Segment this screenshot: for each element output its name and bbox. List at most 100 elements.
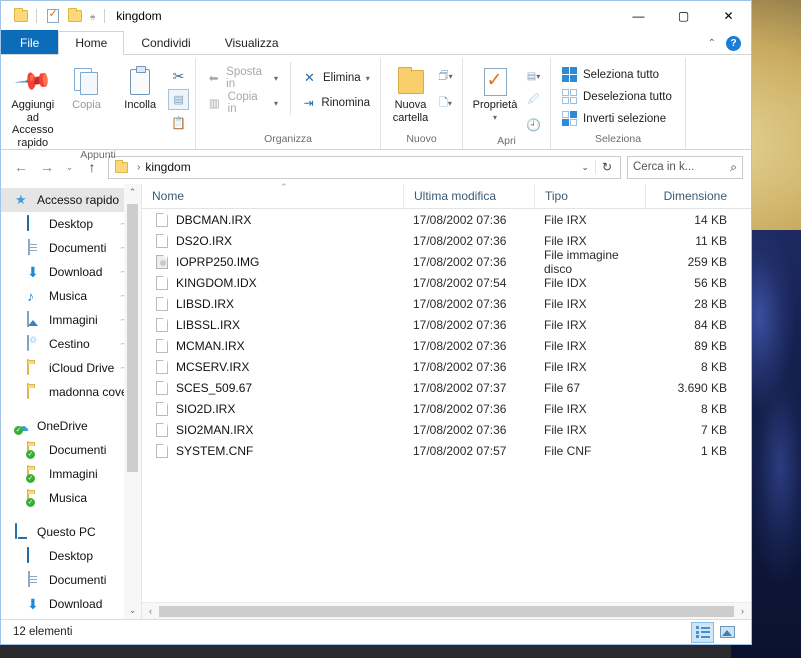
search-icon[interactable]: ⌕ (730, 160, 737, 175)
cut-icon[interactable]: ✂ (168, 66, 189, 87)
copy-to-caret-icon[interactable]: ▾ (274, 99, 278, 108)
select-all-button[interactable]: Seleziona tutto (557, 64, 676, 85)
copy-to-button[interactable]: ▥ Copia in ▾ (202, 91, 282, 115)
open-with-icon[interactable]: ▤ ▾ (523, 66, 544, 87)
sidebar-item-onedrive-documenti[interactable]: ✓ Documenti (1, 438, 141, 462)
tab-home[interactable]: Home (58, 31, 125, 55)
group-label-nuovo: Nuovo (406, 133, 437, 145)
sidebar-item-musica[interactable]: ♪ Musica 📌 (1, 284, 141, 308)
minimize-button[interactable]: — (616, 1, 661, 31)
sidebar-item-onedrive[interactable]: ☁ ✓ OneDrive (1, 414, 141, 438)
sidebar-item-onedrive-musica[interactable]: ✓ Musica (1, 486, 141, 510)
sidebar-item-icloud-drive[interactable]: iCloud Drive 📌 (1, 356, 141, 380)
select-none-button[interactable]: Deseleziona tutto (557, 86, 676, 107)
delete-caret-icon[interactable]: ▾ (366, 74, 370, 83)
details-view-button[interactable] (691, 621, 714, 643)
tab-condividi[interactable]: Condividi (124, 30, 208, 54)
cell-size: 7 KB (700, 422, 727, 437)
scroll-down-icon[interactable]: ⌄ (129, 602, 137, 619)
cell-modified: 17/08/2002 07:37 (413, 380, 507, 395)
table-row[interactable]: MCSERV.IRX 17/08/2002 07:36 File IRX 8 KB (142, 356, 751, 377)
collapse-ribbon-icon[interactable]: ⌃ (708, 38, 716, 49)
hscrollbar-thumb[interactable] (159, 605, 734, 617)
scrollbar-thumb[interactable] (127, 204, 138, 472)
breadcrumb-folder-icon[interactable] (115, 159, 128, 173)
table-row[interactable]: SCES_509.67 17/08/2002 07:37 File 67 3.690 … (142, 377, 751, 398)
sidebar-item-accesso-rapido[interactable]: ★ Accesso rapido (1, 188, 141, 212)
table-row[interactable]: DBCMAN.IRX 17/08/2002 07:36 File IRX 14 KB (142, 209, 751, 230)
qat-properties-icon[interactable] (43, 7, 62, 26)
star-icon: ★ (15, 192, 27, 207)
column-header-nome[interactable]: Nome ⌃ (142, 182, 403, 209)
pin-to-quick-access-button[interactable]: 📌 Aggiungi ad Accesso rapido (7, 61, 59, 149)
pin-icon: 📌 (13, 61, 54, 102)
move-to-button[interactable]: ⬅ Sposta in ▾ (202, 66, 282, 90)
easy-access-icon[interactable]: 🗋 ▾ (435, 93, 456, 114)
table-row[interactable]: SYSTEM.CNF 17/08/2002 07:57 File CNF 1 KB (142, 440, 751, 461)
cell-modified: 17/08/2002 07:36 (413, 338, 507, 353)
sidebar-item-pc-desktop[interactable]: Desktop (1, 544, 141, 568)
properties-button[interactable]: Proprietà ▾ (469, 62, 521, 124)
sidebar-item-immagini[interactable]: Immagini 📌 (1, 308, 141, 332)
history-icon[interactable]: 🕘 (523, 114, 544, 135)
sidebar-item-cestino[interactable]: Cestino 📌 (1, 332, 141, 356)
qat-customize-caret-icon[interactable]: ⩷ (87, 11, 98, 22)
large-icons-view-button[interactable] (716, 622, 739, 643)
delete-button[interactable]: ✕ Elimina ▾ (297, 66, 374, 90)
column-header-dimensione[interactable]: Dimensione (645, 183, 737, 209)
rename-button[interactable]: ⇥ Rinomina (297, 91, 374, 115)
sidebar-item-questo-pc[interactable]: Questo PC (1, 520, 141, 544)
move-to-caret-icon[interactable]: ▾ (274, 74, 278, 83)
edit-icon[interactable]: 🖉 (523, 90, 544, 111)
table-row[interactable]: IOPRP250.IMG 17/08/2002 07:36 File immagin… (142, 248, 751, 276)
table-row[interactable]: DS2O.IRX 17/08/2002 07:36 File IRX 11 KB (142, 230, 751, 251)
sidebar-item-documenti[interactable]: Documenti 📌 (1, 236, 141, 260)
paste-shortcut-icon[interactable]: 📋 (168, 112, 189, 133)
column-header-ultima-modifica[interactable]: Ultima modifica (403, 183, 534, 209)
sidebar-item-desktop[interactable]: Desktop 📌 (1, 212, 141, 236)
tab-file[interactable]: File (1, 30, 59, 54)
table-row[interactable]: LIBSSL.IRX 17/08/2002 07:36 File IRX 84 KB (142, 314, 751, 335)
copy-button[interactable]: Copia (61, 62, 113, 112)
group-label-apri: Apri (497, 135, 516, 147)
refresh-icon[interactable]: ↻ (594, 160, 618, 174)
hscroll-right-icon[interactable]: › (734, 606, 751, 616)
file-icon (156, 359, 168, 374)
item-count-label: 12 elementi (13, 626, 73, 638)
folder-icon (27, 383, 43, 400)
maximize-button[interactable]: ▢ (661, 1, 706, 31)
horizontal-scrollbar[interactable]: ‹ › (142, 602, 751, 619)
search-input[interactable]: Cerca in k... (633, 161, 730, 173)
sidebar-item-pc-documenti[interactable]: Documenti (1, 568, 141, 592)
address-dropdown-icon[interactable]: ⌄ (575, 162, 595, 173)
sidebar-item-onedrive-immagini[interactable]: ✓ Immagini (1, 462, 141, 486)
file-icon (156, 380, 168, 395)
copy-path-icon[interactable]: ▤ (168, 89, 190, 110)
sidebar-item-download[interactable]: ⬇ Download 📌 (1, 260, 141, 284)
scroll-up-icon[interactable]: ⌃ (129, 184, 137, 201)
qat-folder-icon[interactable] (11, 7, 30, 26)
invert-selection-button[interactable]: Inverti selezione (557, 108, 676, 129)
table-row[interactable]: KINGDOM.IDX 17/08/2002 07:54 File IDX 56 KB (142, 272, 751, 293)
cell-size: 28 KB (694, 296, 727, 311)
column-header-tipo[interactable]: Tipo (534, 183, 645, 209)
new-folder-button[interactable]: Nuova cartella (387, 62, 434, 124)
table-row[interactable]: SIO2D.IRX 17/08/2002 07:36 File IRX 8 KB (142, 398, 751, 419)
table-row[interactable]: LIBSD.IRX 17/08/2002 07:36 File IRX 28 KB (142, 293, 751, 314)
new-item-icon[interactable]: 🗇 ▾ (435, 66, 456, 87)
help-icon[interactable]: ? (726, 36, 741, 51)
sidebar-item-madonna-cover[interactable]: madonna cover (1, 380, 141, 404)
table-row[interactable]: MCMAN.IRX 17/08/2002 07:36 File IRX 89 KB (142, 335, 751, 356)
select-none-icon (561, 88, 578, 105)
table-row[interactable]: SIO2MAN.IRX 17/08/2002 07:36 File IRX 7 KB (142, 419, 751, 440)
sidebar-item-pc-download[interactable]: ⬇ Download (1, 592, 141, 616)
hscroll-left-icon[interactable]: ‹ (142, 606, 159, 616)
paste-button[interactable]: Incolla (114, 62, 166, 112)
search-box[interactable]: Cerca in k... ⌕ (627, 155, 743, 179)
tab-visualizza[interactable]: Visualizza (207, 30, 296, 54)
sidebar-scrollbar[interactable]: ⌃ ⌄ (124, 184, 141, 619)
close-button[interactable]: ✕ (706, 1, 751, 31)
properties-caret-icon[interactable]: ▾ (493, 112, 497, 125)
qat-new-folder-icon[interactable] (65, 7, 84, 26)
folder-sync-icon: ✓ (26, 465, 43, 483)
